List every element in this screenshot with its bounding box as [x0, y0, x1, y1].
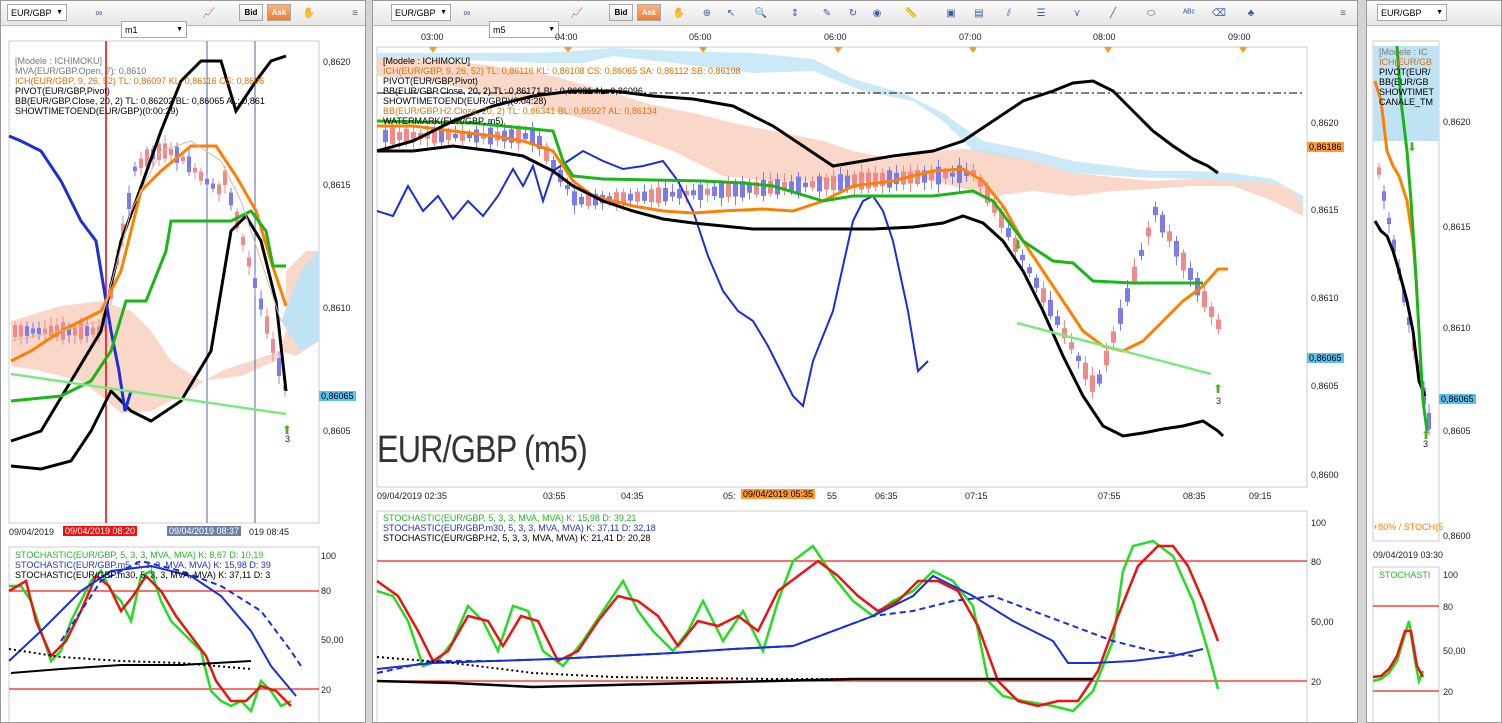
left-chart-window: EUR/GBP ▼ ∞ m1 ▼ 📈 Bid Ask ✋ ≡ ⬆ [Modele :… — [0, 0, 366, 723]
center-stoch-level: 50,00 — [1311, 617, 1334, 627]
stoch-legend-line: STOCHASTIC(EUR/GBP.m30, 5, 3, 3, MVA, MV… — [383, 523, 656, 533]
left-stoch-legend: STOCHASTIC(EUR/GBP, 5, 3, 3, MVA, MVA) K… — [15, 550, 271, 580]
left-stochastic-chart — [8, 546, 320, 722]
center-stoch-legend: STOCHASTIC(EUR/GBP, 5, 3, 3, MVA, MVA) K… — [383, 513, 656, 543]
left-stoch-level: 100 — [321, 551, 337, 561]
left-stoch-level: 20 — [321, 685, 332, 695]
right-stochastic-chart — [1372, 566, 1440, 722]
left-stoch-level: 80 — [321, 586, 332, 596]
center-stoch-level: 80 — [1311, 557, 1322, 567]
right-stoch-level: 100 — [1443, 570, 1459, 580]
stoch-legend-line: STOCHASTIC(EUR/GBP, 5, 3, 3, MVA, MVA) K… — [15, 550, 264, 560]
stoch-legend-line: STOCHASTIC(EUR/GBP.H2, 5, 3, 3, MVA, MVA… — [383, 533, 651, 543]
right-stoch-legend: STOCHASTI — [1379, 570, 1431, 580]
right-stoch-level: 80 — [1443, 602, 1454, 612]
center-chart-window: EUR/GBP ▼ ∞ m5 ▼ 📈 Bid Ask ✋ ⊕ ↖ 🔍 ⇕ ✎ ↻ ◉… — [372, 0, 1358, 723]
stoch-legend-line: STOCHASTIC(EUR/GBP.m5, 5, 3, 3, MVA, MVA… — [15, 560, 271, 570]
stoch-legend-line: STOCHASTIC(EUR/GBP.m30, 5, 3, 3, MVA, MV… — [15, 570, 271, 580]
stoch-legend-line: STOCHASTIC(EUR/GBP, 5, 3, 3, MVA, MVA) K… — [383, 513, 637, 523]
center-stochastic-chart — [376, 510, 1308, 722]
right-stoch-level: 20 — [1443, 687, 1454, 697]
right-stoch-level: 50,00 — [1443, 646, 1466, 656]
center-stoch-level: 20 — [1311, 677, 1322, 687]
right-chart-window: EUR/GBP ▼ ⬇ ⬆ [Modele : IC ICH(EUR/GB PIV… — [1366, 0, 1502, 723]
left-stoch-level: 50,00 — [321, 635, 344, 645]
center-stoch-level: 100 — [1311, 518, 1327, 528]
